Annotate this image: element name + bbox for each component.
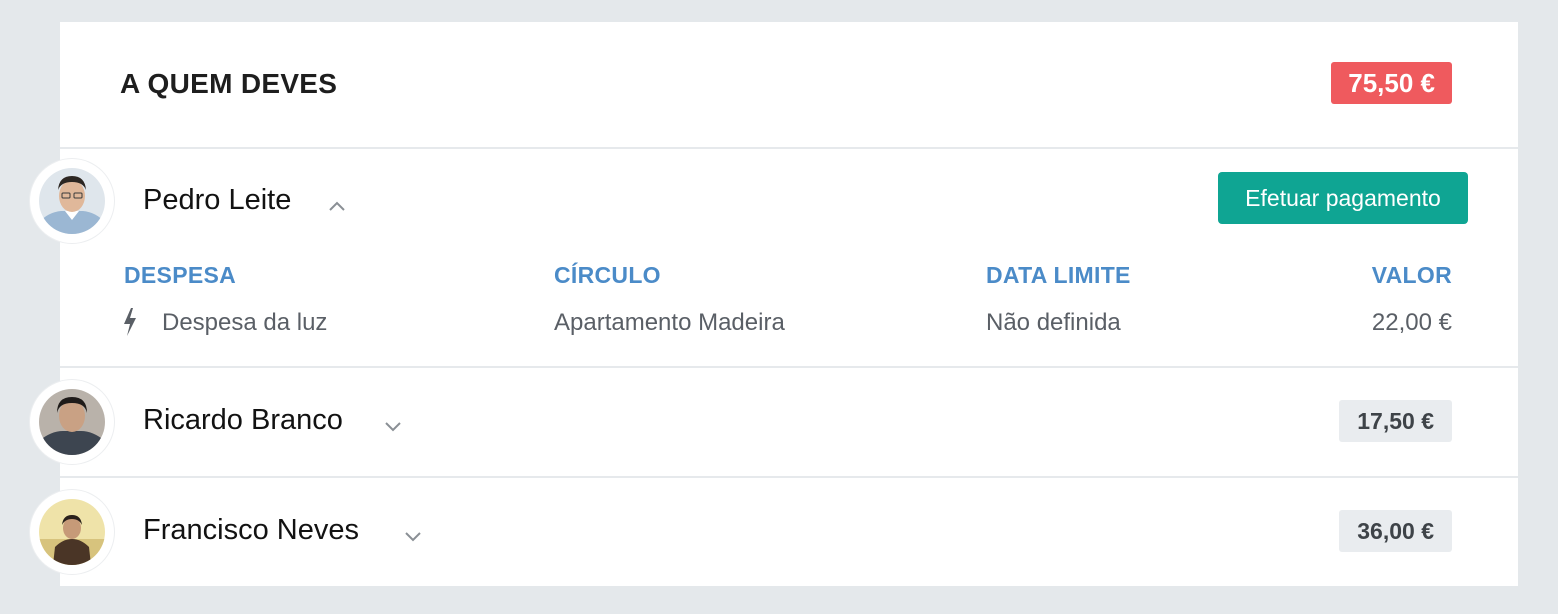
chevron-down-icon[interactable]: [380, 413, 406, 439]
column-header-circulo: CÍRCULO: [554, 262, 661, 288]
column-header-valor: VALOR: [1371, 262, 1452, 288]
expense-due-date: Não definida: [986, 309, 1121, 336]
chevron-up-icon[interactable]: [324, 194, 350, 220]
expense-circle: Apartamento Madeira: [554, 309, 785, 336]
avatar[interactable]: [39, 499, 105, 565]
avatar-frame: [30, 380, 114, 464]
debts-card: A QUEM DEVES 75,50 € Pedro Leite Efetuar…: [30, 22, 1518, 586]
amount-badge: 17,50 €: [1339, 400, 1452, 442]
avatar[interactable]: [39, 168, 105, 234]
person-row-pedro-leite: Pedro Leite Efetuar pagamento DESPESA CÍ…: [30, 149, 1518, 368]
total-owed-badge: 75,50 €: [1331, 62, 1452, 104]
expense-name: Despesa da luz: [162, 309, 328, 336]
person-row-ricardo-branco[interactable]: Ricardo Branco 17,50 €: [30, 368, 1518, 478]
person-name[interactable]: Francisco Neves: [143, 514, 359, 547]
avatar-frame: [30, 159, 114, 243]
avatar[interactable]: [39, 389, 105, 455]
column-header-despesa: DESPESA: [124, 262, 237, 288]
page-title: A QUEM DEVES: [120, 68, 338, 99]
make-payment-button[interactable]: Efetuar pagamento: [1218, 172, 1468, 224]
person-row-francisco-neves[interactable]: Francisco Neves 36,00 €: [30, 478, 1518, 586]
amount-badge: 36,00 €: [1339, 510, 1452, 552]
chevron-down-icon[interactable]: [400, 523, 426, 549]
expense-amount: 22,00 €: [1371, 309, 1452, 336]
card-header: A QUEM DEVES 75,50 €: [60, 22, 1518, 149]
bolt-icon: [122, 307, 138, 337]
person-name[interactable]: Ricardo Branco: [143, 404, 343, 437]
avatar-frame: [30, 490, 114, 574]
column-header-data-limite: DATA LIMITE: [986, 262, 1131, 288]
person-name[interactable]: Pedro Leite: [143, 184, 291, 217]
